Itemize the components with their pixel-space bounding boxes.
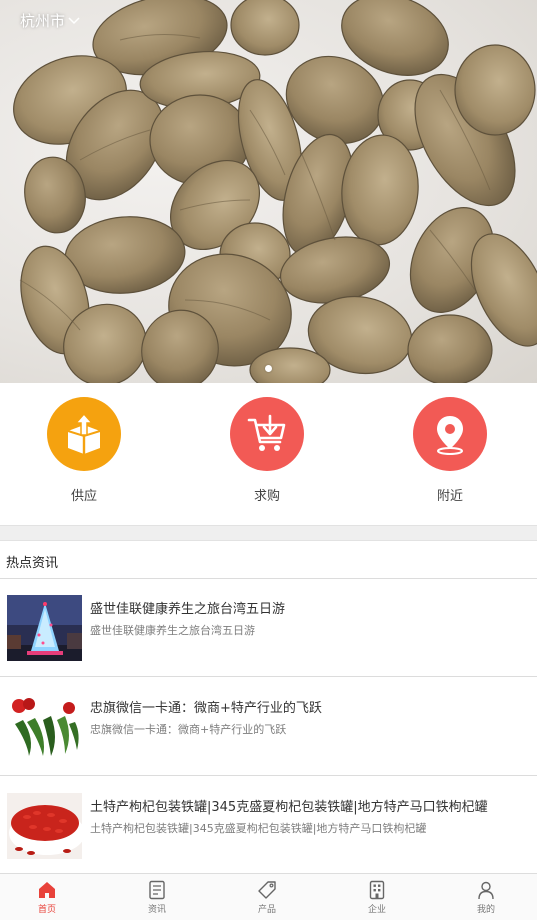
location-pin-icon <box>413 397 487 471</box>
hot-news-title: 热点资讯 <box>6 556 59 571</box>
carousel-dot[interactable] <box>265 365 272 372</box>
news-title: 忠旗微信一卡通：微商+特产行业的飞跃 <box>90 701 322 716</box>
banner-image <box>13 0 537 383</box>
tab-label: 企业 <box>367 905 386 915</box>
cart-download-icon <box>230 397 304 471</box>
okra-photo <box>7 694 82 760</box>
news-icon <box>149 880 165 900</box>
news-summary: 忠旗微信一卡通：微商+特产行业的飞跃 <box>90 723 287 736</box>
bottom-tab-bar: 首页 资讯 产品 企业 我的 <box>0 873 537 920</box>
quick-link-nearby[interactable]: 附近 <box>395 397 505 504</box>
tag-icon <box>258 881 276 899</box>
news-item[interactable]: 忠旗微信一卡通：微商+特产行业的飞跃 忠旗微信一卡通：微商+特产行业的飞跃 <box>0 678 537 776</box>
tab-mine[interactable]: 我的 <box>456 880 516 915</box>
christmas-tree-photo <box>7 595 82 661</box>
tab-label: 产品 <box>257 905 276 915</box>
city-selector[interactable]: 杭州市 <box>20 10 80 31</box>
news-summary: 土特产枸杞包装铁罐|345克盛夏枸杞包装铁罐|地方特产马口铁枸杞罐 <box>90 822 427 835</box>
news-item[interactable]: 盛世佳联健康养生之旅台湾五日游 盛世佳联健康养生之旅台湾五日游 <box>0 579 537 677</box>
tab-label: 我的 <box>476 905 495 915</box>
chevron-down-icon <box>68 16 80 24</box>
carousel-indicator <box>0 365 537 372</box>
quick-link-buy[interactable]: 求购 <box>212 397 322 504</box>
city-name: 杭州市 <box>20 12 66 30</box>
quick-link-supply[interactable]: 供应 <box>29 397 139 504</box>
tab-enterprise[interactable]: 企业 <box>347 880 407 915</box>
news-title: 土特产枸杞包装铁罐|345克盛夏枸杞包装铁罐|地方特产马口铁枸杞罐 <box>90 800 488 815</box>
banner-carousel[interactable]: 杭州市 <box>0 0 537 383</box>
news-summary: 盛世佳联健康养生之旅台湾五日游 <box>90 624 255 637</box>
goji-berries-photo <box>7 793 82 859</box>
quick-links: 供应 求购 附近 <box>0 383 537 525</box>
box-upload-icon <box>47 397 121 471</box>
user-icon <box>478 881 494 900</box>
building-icon <box>369 880 385 900</box>
tab-label: 首页 <box>37 905 56 915</box>
home-icon <box>39 882 55 898</box>
tab-news[interactable]: 资讯 <box>127 880 187 915</box>
tab-label: 资讯 <box>147 905 166 915</box>
news-title: 盛世佳联健康养生之旅台湾五日游 <box>90 602 286 617</box>
section-divider <box>0 525 537 541</box>
tab-home[interactable]: 首页 <box>17 880 77 915</box>
quick-link-label: 附近 <box>436 489 463 504</box>
news-item[interactable]: 土特产枸杞包装铁罐|345克盛夏枸杞包装铁罐|地方特产马口铁枸杞罐 土特产枸杞包… <box>0 777 537 875</box>
quick-link-label: 求购 <box>253 489 280 504</box>
quick-link-label: 供应 <box>70 489 97 504</box>
tab-products[interactable]: 产品 <box>237 880 297 915</box>
